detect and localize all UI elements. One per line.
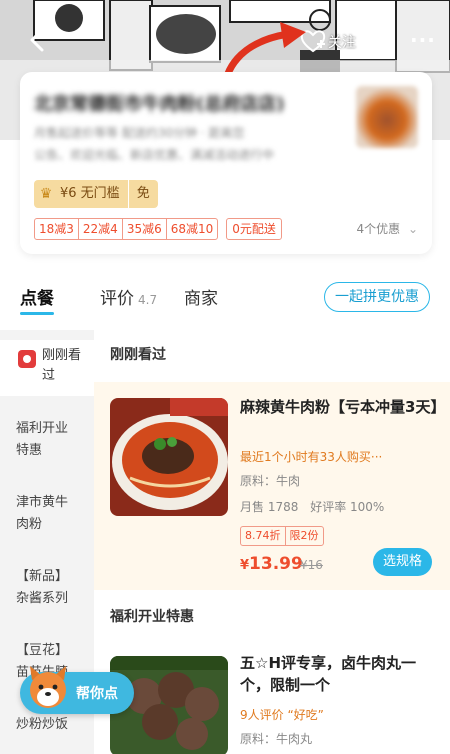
coupon-tier: 22减4 (79, 219, 123, 239)
free-delivery-badge: 0元配送 (226, 218, 282, 240)
tab-reviews[interactable]: 评价 4.7 (100, 284, 157, 309)
tab-active-indicator (20, 312, 54, 315)
dish-card[interactable]: 五☆H评专享，卤牛肉丸一个，限制一个 9人评价 “好吃” 原料：牛肉丸 (94, 648, 450, 754)
crown-icon: ♛ (39, 186, 53, 202)
dish-ingredients: 原料：牛肉 (240, 474, 301, 488)
helper-label: 帮你点 (76, 686, 118, 702)
offers-dropdown[interactable]: 4个优惠 ⌄ (356, 220, 418, 237)
dish-image (110, 398, 228, 516)
section-title-welfare: 福利开业特惠 (110, 609, 194, 625)
offers-label: 4个优惠 (356, 222, 401, 236)
store-info-line: 月售起送价等等 配送约30分钟 · 距离您 (34, 126, 245, 138)
currency-symbol: ¥ (240, 558, 250, 573)
favorite-button[interactable] (298, 26, 328, 56)
top-nav-bar: 关注 ··· (0, 24, 450, 60)
category-recent-label: 刚刚看过 (42, 348, 82, 383)
chevron-left-icon (30, 28, 44, 52)
menu-list: 刚刚看过 麻辣黄牛肉粉【亏本冲量3天】 最近1个小时有33人购买··· 原料：牛… (94, 330, 450, 754)
beef-noodle-image (110, 398, 228, 516)
group-order-button[interactable]: 一起拼更优惠 (324, 282, 430, 312)
eye-icon (18, 350, 36, 368)
chevron-down-icon: ⌄ (407, 222, 418, 236)
store-notice-line: 公告、欢迎光临、新店优惠、满减活动进行中 (34, 148, 275, 160)
dish-ingredients: 原料：牛肉丸 (240, 732, 313, 746)
dish-price: ¥13.99 (240, 554, 303, 574)
dish-sales: 月售 1788 (240, 500, 299, 514)
store-page: 关注 ··· 北京常德街市牛肉粉(总府店店) 月售起送价等等 配送约30分钟 ·… (0, 0, 450, 754)
dish-hot-label: 最近1个小时有33人购买··· (240, 450, 383, 464)
select-spec-button[interactable]: 选规格 (372, 548, 432, 576)
discount-row[interactable]: 18减3 22减4 35减6 68减10 0元配送 (34, 218, 282, 240)
coupon-claim-tag: 免 (136, 186, 150, 201)
category-recent[interactable]: 刚刚看过 (0, 340, 94, 396)
order-helper-button[interactable]: 帮你点 (20, 666, 134, 714)
store-logo (356, 86, 418, 148)
coupon-tier: 18减3 (35, 219, 79, 239)
tab-reviews-label: 评价 (100, 289, 134, 309)
tab-order[interactable]: 点餐 (20, 284, 54, 309)
review-score: 4.7 (138, 293, 158, 307)
coupon-text: ¥6 无门槛 (60, 186, 120, 201)
dish-discount-badge: 8.74折 限2份 (240, 526, 324, 546)
more-dots-icon[interactable]: ··· (410, 28, 436, 52)
dish-hot-label: 9人评价 “好吃” (240, 708, 324, 722)
no-threshold-coupon[interactable]: ♛ ¥6 无门槛 免 (34, 180, 158, 208)
store-tabs: 点餐 评价 4.7 商家 一起拼更优惠 (0, 268, 450, 328)
category-item[interactable]: 炒粉炒饭 (0, 714, 94, 736)
tab-merchant[interactable]: 商家 (184, 284, 218, 309)
dog-mascot-icon (30, 666, 66, 708)
dish-stats: 月售 1788 好评率 100% (240, 498, 384, 515)
store-name: 北京常德街市牛肉粉(总府店店) (34, 94, 285, 112)
favorite-label[interactable]: 关注 (328, 32, 356, 52)
dish-card[interactable]: 麻辣黄牛肉粉【亏本冲量3天】 最近1个小时有33人购买··· 原料：牛肉 月售 … (94, 382, 450, 590)
store-info-card[interactable]: 北京常德街市牛肉粉(总府店店) 月售起送价等等 配送约30分钟 · 距离您 公告… (20, 72, 432, 254)
price-value: 13.99 (249, 554, 303, 574)
dish-name: 五☆H评专享，卤牛肉丸一个，限制一个 (240, 654, 417, 694)
back-button[interactable] (26, 26, 54, 54)
heart-plus-icon (300, 30, 326, 53)
discount-limit: 限2份 (284, 527, 323, 545)
category-item[interactable]: 福利开业特惠 (0, 418, 94, 462)
dish-rating: 好评率 100% (310, 500, 385, 514)
discount-rate: 8.74折 (245, 529, 281, 542)
coupon-tier: 35减6 (123, 219, 167, 239)
dish-original-price: ¥16 (300, 558, 323, 572)
category-item[interactable]: 津市黄牛肉粉 (0, 492, 94, 536)
category-item[interactable]: 【新品】杂酱系列 (0, 566, 94, 610)
coupon-tier: 68减10 (170, 222, 214, 236)
full-reduction-coupons: 18减3 22减4 35减6 68减10 (34, 218, 219, 240)
section-title-recent: 刚刚看过 (110, 347, 166, 363)
dish-name: 麻辣黄牛肉粉【亏本冲量3天】 (240, 398, 446, 416)
